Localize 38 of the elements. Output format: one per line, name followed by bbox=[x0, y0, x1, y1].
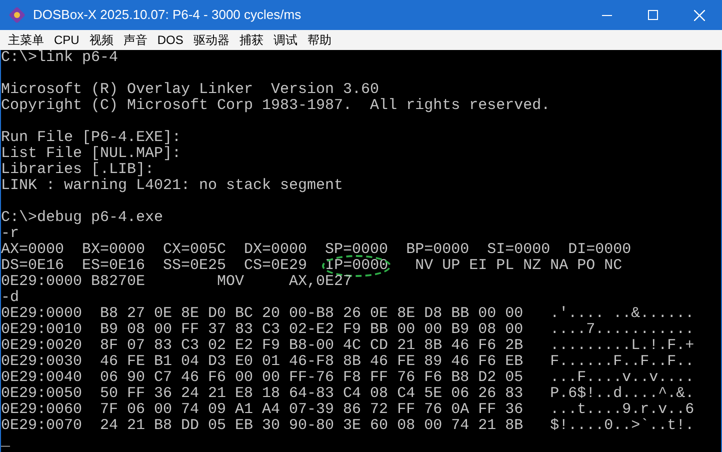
console-line: List File [NUL.MAP]: bbox=[1, 146, 182, 162]
console-line: 0E29:0040 06 90 C7 46 F6 00 00 FF-76 F8 FF 76 F6 B8 D2 05 ...F....v..v.... bbox=[1, 370, 694, 386]
minimize-icon bbox=[602, 14, 612, 16]
menu-item[interactable]: CPU bbox=[49, 30, 84, 50]
console-line: C:\>link p6-4 bbox=[1, 50, 118, 66]
maximize-icon bbox=[648, 10, 658, 20]
app-icon bbox=[9, 7, 25, 23]
menu-item[interactable]: 视频 bbox=[84, 30, 118, 50]
console-line: -d bbox=[1, 290, 20, 306]
menu-item[interactable]: 声音 bbox=[118, 30, 152, 50]
console-line: 0E29:0000 B8 27 0E 8E D0 BC 20 00-B8 26 0E 8E D8 BB 00 00 .'.... ..&...... bbox=[1, 306, 694, 322]
text-cursor: _ bbox=[1, 434, 10, 450]
console-line: 0E29:0050 50 FF 36 24 21 E8 18 64-83 C4 08 C4 5E 06 26 83 P.6$!..d....^.&. bbox=[1, 386, 694, 402]
circled-register: IP=0000 bbox=[325, 258, 388, 274]
console-line: C:\>debug p6-4.exe bbox=[1, 210, 164, 226]
menu-item[interactable]: 捕获 bbox=[234, 30, 268, 50]
close-icon bbox=[694, 10, 704, 20]
console-line: Copyright (C) Microsoft Corp 1983-1987. All rights reserved. bbox=[1, 98, 550, 114]
console-line: NV UP EI PL NZ NA PO NC bbox=[414, 258, 622, 274]
console-line: 0E29:0030 46 FE B1 04 D3 E0 01 46-F8 8B 46 FE 89 46 F6 EB F......F..F..F.. bbox=[1, 354, 694, 370]
console-line: 0E29:0010 B9 08 00 FF 37 83 C3 02-E2 F9 BB 00 00 B9 08 00 ....7........... bbox=[1, 322, 694, 338]
console-line: 0E29:0000 B8270E MOV AX,0E27 bbox=[1, 274, 352, 290]
console-line: Run File [P6-4.EXE]: bbox=[1, 130, 182, 146]
console-line: AX=0000 BX=0000 CX=005C DX=0000 SP=0000 BP=0000 SI=0000 DI=0000 bbox=[1, 242, 632, 258]
console-line: 0E29:0070 24 21 B8 DD 05 EB 30 90-80 3E 60 08 00 74 21 8B $!....0..>`..t!. bbox=[1, 418, 694, 434]
menu-item[interactable]: 帮助 bbox=[302, 30, 336, 50]
menu-item[interactable]: 调试 bbox=[268, 30, 302, 50]
console-line: LINK : warning L4021: no stack segment bbox=[1, 178, 344, 194]
window-title: DOSBox-X 2025.10.07: P6-4 - 3000 cycles/ms bbox=[33, 6, 302, 24]
console-line: 0E29:0060 7F 06 00 74 09 A1 A4 07-39 86 72 FF 76 0A FF 36 ...t....9.r.v..6 bbox=[1, 402, 694, 418]
console-line: Libraries [.LIB]: bbox=[1, 162, 154, 178]
menu-item[interactable]: DOS bbox=[152, 30, 188, 50]
console-line: -r bbox=[1, 226, 20, 242]
console-line: 0E29:0020 8F 07 83 C3 02 E2 F9 B8-00 4C CD 21 8B 46 F6 2B .........L.!.F.+ bbox=[1, 338, 694, 354]
console-line: DS=0E16 ES=0E16 SS=0E25 CS=0E29 bbox=[1, 258, 308, 274]
console-line: Microsoft (R) Overlay Linker Version 3.60 bbox=[1, 82, 380, 98]
menu-item[interactable]: 主菜单 bbox=[3, 30, 49, 50]
menu-item[interactable]: 驱动器 bbox=[188, 30, 234, 50]
